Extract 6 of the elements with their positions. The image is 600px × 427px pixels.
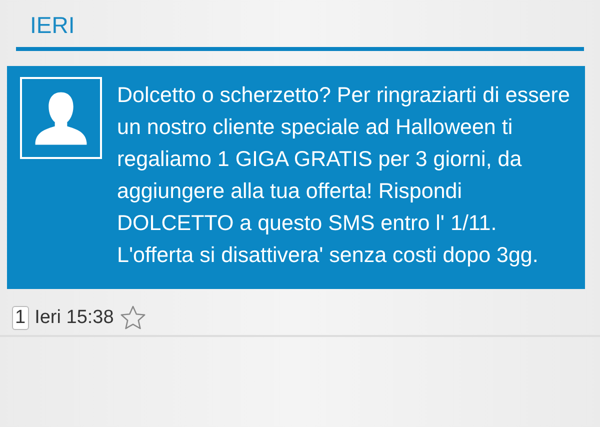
- avatar-icon: [20, 77, 102, 159]
- star-icon[interactable]: [120, 305, 146, 331]
- sim-slot-badge: 1: [12, 306, 29, 330]
- message-text: Dolcetto o scherzetto? Per ringraziarti di essere un nostro cliente speciale ad Halloween ti regaliamo 1 GIGA GRATIS per 3 giorni, da aggiungere alla tua offerta! Rispondi DOLCETTO a questo SMS entro l' 1/11. L'offerta si disattivera' senza costi dopo 3gg.: [117, 82, 571, 269]
- message-time: Ieri 15:38: [34, 306, 114, 330]
- section-header: IERI: [29, 12, 75, 38]
